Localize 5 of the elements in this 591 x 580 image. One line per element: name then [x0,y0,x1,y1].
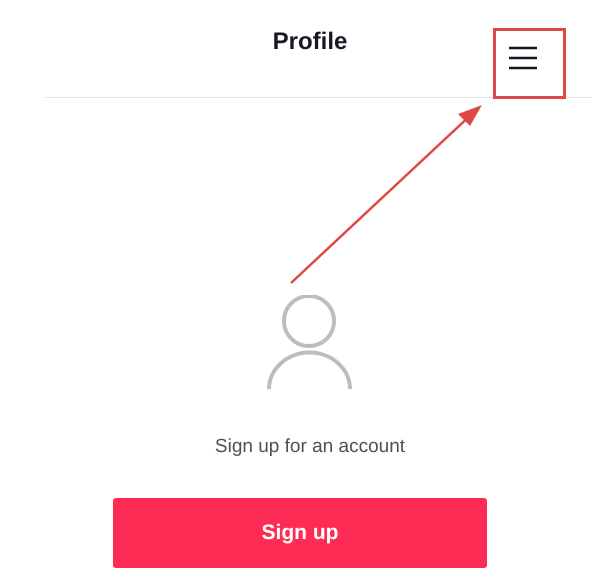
signup-button[interactable]: Sign up [113,498,487,568]
signup-prompt: Sign up for an account [214,435,406,459]
avatar-icon [266,295,354,391]
page-title: Profile [272,26,348,56]
menu-icon [508,46,538,70]
